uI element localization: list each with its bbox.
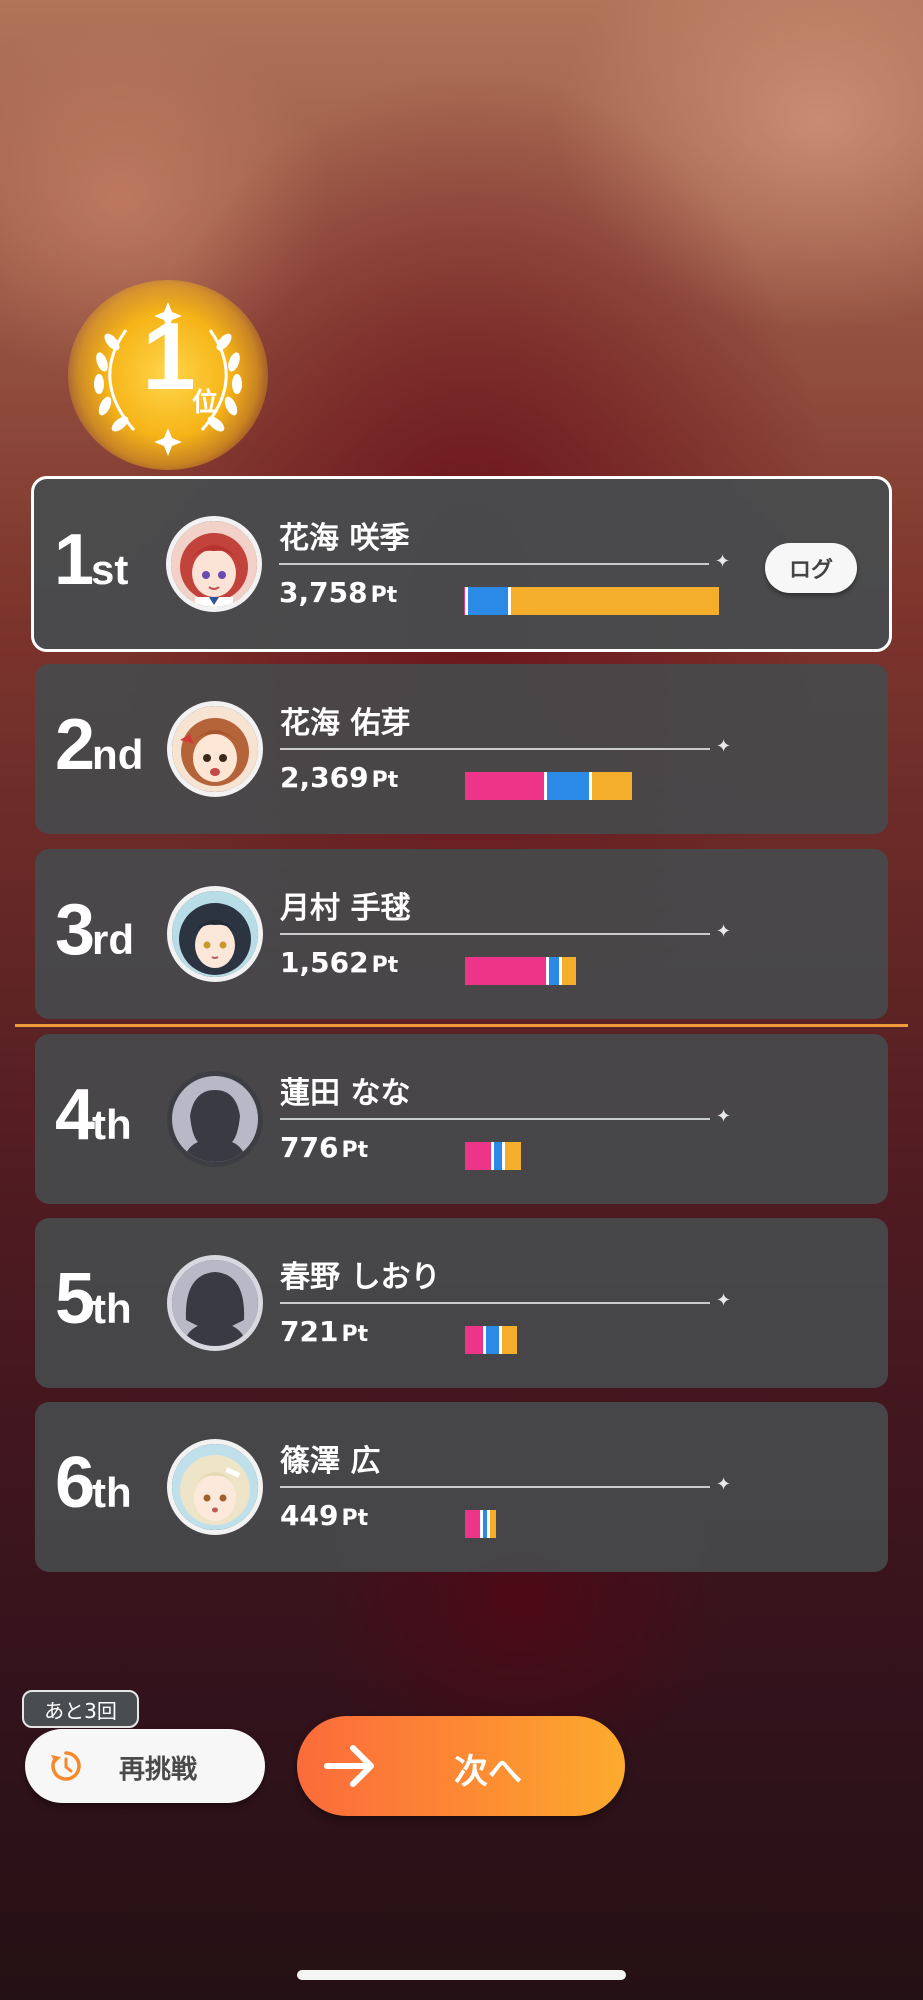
divider-line	[280, 1118, 710, 1120]
retry-remaining-badge: あと3回	[22, 1690, 139, 1728]
bar-blue-segment	[547, 772, 592, 800]
bar-pink-segment	[465, 1326, 486, 1354]
bar-pink-segment	[465, 1142, 494, 1170]
idol-name: 篠澤 広	[280, 1444, 381, 1479]
bar-blue-segment	[549, 957, 562, 985]
rank-label: 2nd	[55, 705, 144, 785]
bar-blue-segment	[468, 587, 511, 615]
next-button[interactable]: 次へ	[297, 1716, 625, 1816]
points-breakdown-bar	[465, 772, 632, 800]
points-breakdown-bar	[465, 1326, 517, 1354]
points-breakdown-bar	[465, 1142, 521, 1170]
first-place-medal: 1 位	[68, 280, 268, 470]
ranking-row-4[interactable]: 4th 蓮田 なな ✦ 776 Pt	[35, 1034, 888, 1204]
rank-label: 6th	[55, 1443, 132, 1523]
avatar	[167, 886, 263, 982]
ranking-row-1[interactable]: 1st 花海 咲季 ✦ 3,758 Pt ログ	[31, 476, 892, 652]
points: 721 Pt	[280, 1315, 369, 1348]
rank-label: 3rd	[55, 890, 135, 970]
arrow-right-icon	[324, 1745, 374, 1787]
bar-yellow-segment	[562, 957, 576, 985]
ranking-row-3[interactable]: 3rd 月村 手毬 ✦ 1,562 Pt	[35, 849, 888, 1019]
bar-blue-segment	[483, 1510, 490, 1538]
sparkle-icon: ✦	[716, 1474, 732, 1495]
points: 1,562 Pt	[280, 946, 399, 979]
points-breakdown-bar	[465, 1510, 496, 1538]
idol-name: 月村 手毬	[280, 891, 411, 926]
ranking-row-5[interactable]: 5th 春野 しおり ✦ 721 Pt	[35, 1218, 888, 1388]
bar-pink-segment	[465, 772, 547, 800]
avatar	[166, 516, 262, 612]
points-breakdown-bar	[464, 587, 719, 615]
idol-name: 花海 佑芽	[280, 706, 411, 741]
rank-label: 4th	[55, 1075, 132, 1155]
sparkle-icon: ✦	[716, 1290, 732, 1311]
points: 3,758 Pt	[279, 576, 398, 609]
rank-label: 5th	[55, 1259, 132, 1339]
divider-line	[280, 748, 710, 750]
sparkle-icon: ✦	[716, 1106, 732, 1127]
bar-blue-segment	[486, 1326, 502, 1354]
bar-pink-segment	[465, 1510, 483, 1538]
divider-line	[280, 933, 710, 935]
bar-blue-segment	[494, 1142, 505, 1170]
bar-yellow-segment	[592, 772, 632, 800]
points-breakdown-bar	[465, 957, 576, 985]
points: 449 Pt	[280, 1499, 369, 1532]
rank-label: 1st	[54, 520, 129, 600]
avatar	[167, 701, 263, 797]
bar-yellow-segment	[511, 587, 719, 615]
ranking-row-2[interactable]: 2nd 花海 佑芽 ✦ 2,369 Pt	[35, 664, 888, 834]
sparkle-icon: ✦	[715, 551, 731, 572]
idol-name: 蓮田 なな	[280, 1076, 411, 1111]
sparkle-icon: ✦	[716, 736, 732, 757]
retry-button[interactable]: 再挑戦	[25, 1729, 265, 1803]
avatar	[167, 1071, 263, 1167]
avatar	[167, 1439, 263, 1535]
ranking-row-6[interactable]: 6th 篠澤 広 ✦ 449 Pt	[35, 1402, 888, 1572]
bar-yellow-segment	[505, 1142, 521, 1170]
sparkle-icon: ✦	[716, 921, 732, 942]
home-indicator	[297, 1970, 626, 1980]
bar-yellow-segment	[502, 1326, 517, 1354]
avatar	[167, 1255, 263, 1351]
bar-pink-segment	[465, 957, 549, 985]
idol-name: 花海 咲季	[279, 521, 410, 556]
retry-clock-icon	[51, 1751, 81, 1781]
divider-line	[280, 1302, 710, 1304]
divider-line	[279, 563, 709, 565]
bar-yellow-segment	[490, 1510, 496, 1538]
retry-label: 再挑戦	[119, 1755, 198, 1785]
qualification-divider	[15, 1024, 908, 1027]
medal-place-suffix: 位	[192, 388, 219, 418]
log-button[interactable]: ログ	[765, 543, 857, 593]
divider-line	[280, 1486, 710, 1488]
idol-name: 春野 しおり	[280, 1260, 441, 1295]
points: 776 Pt	[280, 1131, 369, 1164]
next-label: 次へ	[454, 1752, 522, 1792]
points: 2,369 Pt	[280, 761, 399, 794]
